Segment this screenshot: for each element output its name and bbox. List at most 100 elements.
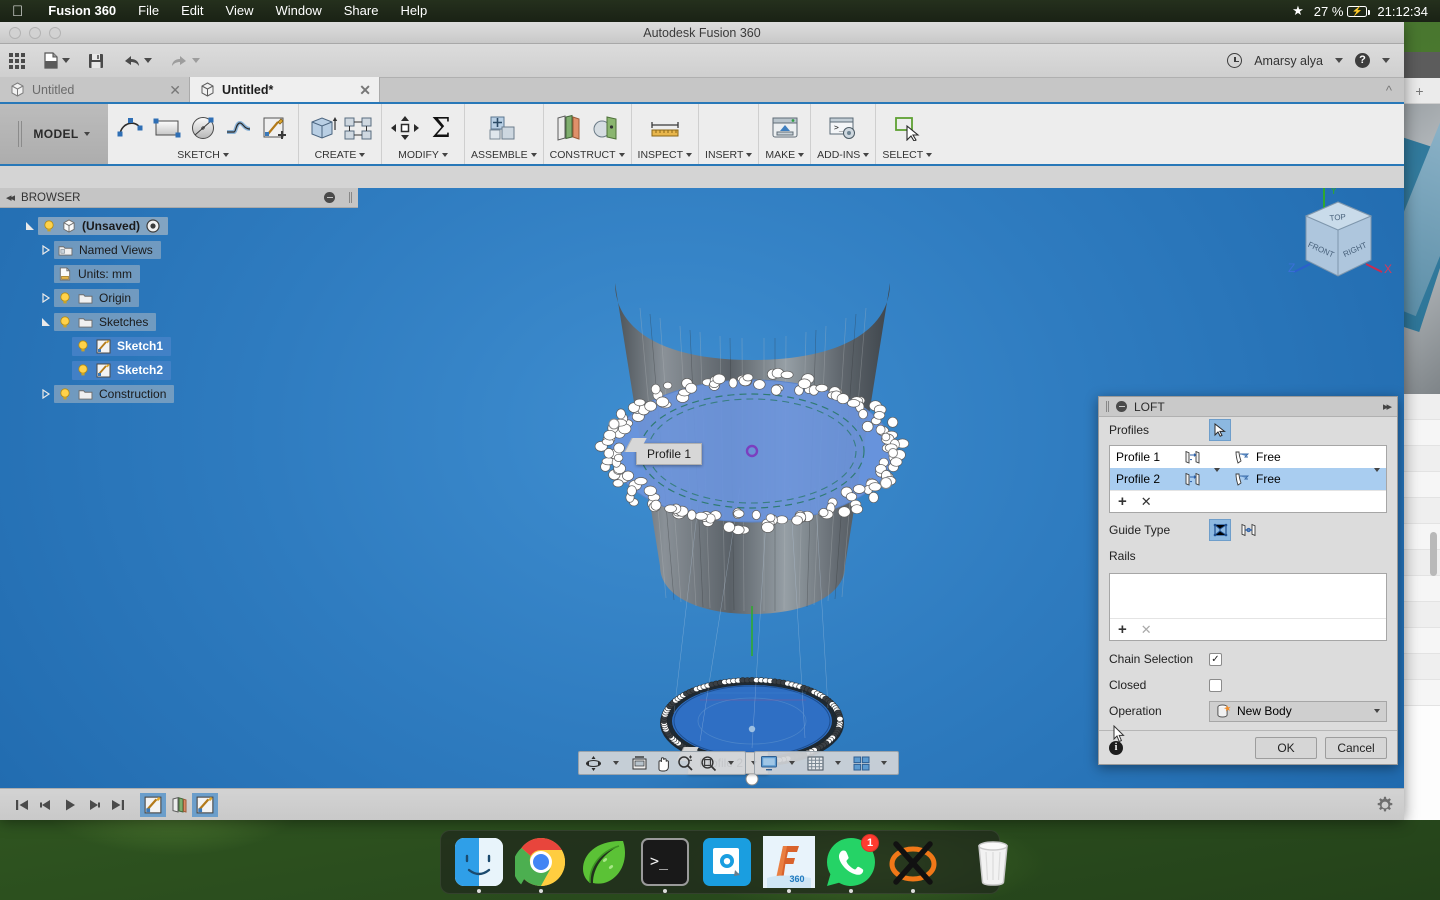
undo-dropdown-icon[interactable] <box>144 58 152 63</box>
remove-icon[interactable]: ✕ <box>1141 623 1152 636</box>
guide-type-centerline-button[interactable] <box>1237 519 1259 541</box>
tree-pill[interactable]: Sketches <box>54 313 157 331</box>
chevron-down-icon[interactable] <box>359 153 366 157</box>
tree-item-named-views[interactable]: Named Views <box>0 238 358 262</box>
collapse-ribbon-icon[interactable]: ^ <box>1386 83 1404 98</box>
chrome-icon[interactable] <box>512 836 567 893</box>
pattern-icon[interactable] <box>341 112 375 144</box>
profile-shape-icon[interactable] <box>1184 450 1214 465</box>
sketch-fillet-icon[interactable] <box>222 112 256 144</box>
twisty-expanded-icon[interactable] <box>38 317 54 327</box>
menubar-item-edit[interactable]: Edit <box>170 0 214 22</box>
3d-viewport[interactable]: Profile 1 Profile 2 Y Z X TOP FRONT RIGH… <box>0 188 1404 788</box>
chevron-down-icon[interactable] <box>926 153 933 157</box>
close-icon[interactable]: ✕ <box>169 83 181 97</box>
background-window-scrollbar[interactable] <box>1430 532 1437 576</box>
profiles-select-button[interactable] <box>1209 419 1231 441</box>
grid-snaps-icon[interactable] <box>804 753 826 773</box>
xquartz-icon[interactable] <box>887 836 939 893</box>
offset-plane-icon[interactable] <box>552 112 586 144</box>
document-tab-untitled[interactable]: Untitled ✕ <box>0 77 190 102</box>
menubar-item-share[interactable]: Share <box>333 0 390 22</box>
timeline-feature-plane[interactable] <box>166 793 192 817</box>
zoom-icon[interactable] <box>674 753 696 773</box>
workspace-switcher[interactable]: MODEL <box>0 104 108 164</box>
move-icon[interactable] <box>388 112 422 144</box>
menubar-app-name[interactable]: Fusion 360 <box>37 0 127 22</box>
scripts-addins-icon[interactable]: >_ <box>826 112 860 144</box>
tree-pill[interactable]: Named Views <box>54 241 161 259</box>
tree-item-unsaved[interactable]: (Unsaved) <box>0 214 358 238</box>
info-icon[interactable]: i <box>1109 740 1123 755</box>
redo-icon[interactable] <box>161 47 209 75</box>
new-document-dropdown-icon[interactable] <box>62 58 70 63</box>
display-dropdown-icon[interactable] <box>781 753 803 773</box>
dialog-grip[interactable] <box>1106 401 1109 412</box>
background-window-new-tab[interactable]: + <box>1399 78 1440 104</box>
tree-item-origin[interactable]: Origin <box>0 286 358 310</box>
step-forward-icon[interactable] <box>82 794 106 816</box>
tree-pill[interactable]: Construction <box>54 385 175 403</box>
guide-type-rails-button[interactable] <box>1209 519 1231 541</box>
help-icon[interactable]: ? <box>1355 53 1370 68</box>
timeline-feature-sketch2[interactable] <box>192 792 218 817</box>
chevron-down-icon[interactable] <box>222 153 229 157</box>
tree-pill[interactable]: Origin <box>54 289 140 307</box>
profile-shape-icon[interactable] <box>1184 472 1214 487</box>
chevron-down-icon[interactable] <box>618 153 625 157</box>
orbit-icon[interactable] <box>582 753 604 773</box>
tree-item-sketches[interactable]: Sketches <box>0 310 358 334</box>
operation-select[interactable]: New Body <box>1209 700 1387 722</box>
viewports-dropdown-icon[interactable] <box>873 753 895 773</box>
timeline-feature-sketch1[interactable] <box>140 792 166 817</box>
chevron-down-icon[interactable] <box>441 153 448 157</box>
add-icon[interactable]: + <box>1118 494 1127 509</box>
viewports-icon[interactable] <box>850 753 872 773</box>
display-state-icon[interactable] <box>146 219 160 233</box>
document-tab-untitled-modified[interactable]: Untitled* ✕ <box>190 77 380 102</box>
browser-resize-grip[interactable] <box>349 192 352 203</box>
twisty-collapsed-icon[interactable] <box>38 293 54 303</box>
play-icon[interactable] <box>58 794 82 816</box>
background-window[interactable]: + <box>1398 52 1440 820</box>
closed-checkbox[interactable] <box>1209 678 1222 692</box>
select-cursor-icon[interactable] <box>890 112 924 144</box>
chevron-down-icon[interactable] <box>530 153 537 157</box>
profile-condition-dropdown-icon[interactable] <box>1374 468 1380 486</box>
loft-dialog[interactable]: LOFT ▸▸ Profiles Profile 1 Free Profile … <box>1098 396 1398 765</box>
clock-history-icon[interactable] <box>1227 53 1243 68</box>
twisty-collapsed-icon[interactable] <box>38 389 54 399</box>
menubar-item-help[interactable]: Help <box>389 0 438 22</box>
remove-icon[interactable]: ✕ <box>1141 495 1152 508</box>
menubar-item-view[interactable]: View <box>215 0 265 22</box>
tree-pill[interactable]: Sketch2 <box>72 360 172 380</box>
viewcube[interactable]: Y Z X TOP FRONT RIGHT <box>1286 188 1404 292</box>
tree-item-sketch1[interactable]: Sketch1 <box>0 334 358 358</box>
new-component-icon[interactable] <box>487 112 521 144</box>
step-back-icon[interactable] <box>34 794 58 816</box>
extrude-icon[interactable] <box>305 112 339 144</box>
tree-item-construction[interactable]: Construction <box>0 382 358 406</box>
plane-at-angle-icon[interactable] <box>588 112 622 144</box>
undo-icon[interactable] <box>113 47 161 75</box>
finder-icon[interactable] <box>453 836 505 893</box>
collapse-left-icon[interactable]: ◂◂ <box>6 191 15 204</box>
whatsapp-icon[interactable]: 1 <box>825 834 879 893</box>
twisty-expanded-icon[interactable] <box>22 221 38 231</box>
apple-logo-icon[interactable]:  <box>12 4 23 19</box>
minimize-icon[interactable] <box>1116 401 1127 412</box>
look-at-icon[interactable] <box>628 753 650 773</box>
star-icon[interactable]: ★ <box>1292 3 1304 19</box>
tree-pill[interactable]: Sketch1 <box>72 336 172 356</box>
twisty-collapsed-icon[interactable] <box>38 245 54 255</box>
3d-print-icon[interactable] <box>768 112 802 144</box>
measure-icon[interactable] <box>648 112 682 144</box>
fit-icon[interactable] <box>697 753 719 773</box>
create-sketch-icon[interactable] <box>258 112 292 144</box>
chevron-down-icon[interactable] <box>863 153 870 157</box>
skip-to-start-icon[interactable] <box>10 794 34 816</box>
workspace-dropdown-icon[interactable] <box>83 132 90 136</box>
close-window-button[interactable] <box>9 26 21 39</box>
menubar-clock[interactable]: 21:12:34 <box>1377 4 1428 19</box>
tree-item-sketch2[interactable]: Sketch2 <box>0 358 358 382</box>
